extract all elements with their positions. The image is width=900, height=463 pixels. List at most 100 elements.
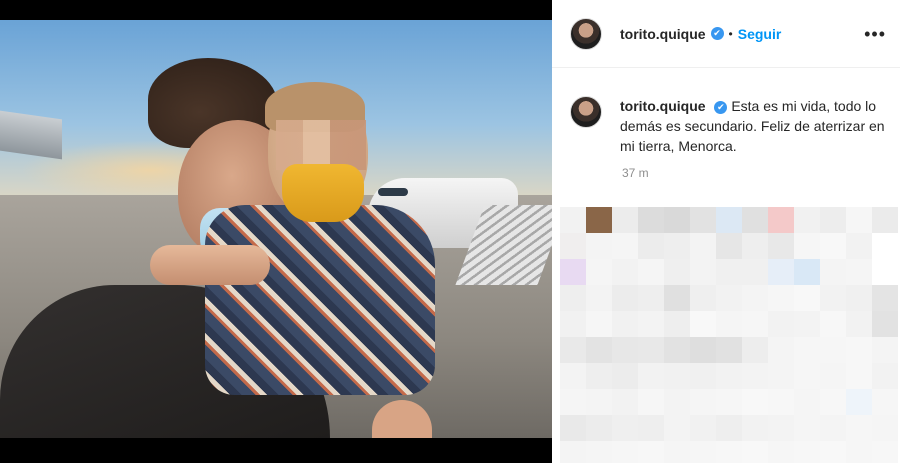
pixel-block xyxy=(716,441,742,463)
pixel-block xyxy=(612,233,638,259)
pixel-block xyxy=(768,441,794,463)
pixel-block xyxy=(586,233,612,259)
pixel-block xyxy=(638,337,664,363)
pixel-block xyxy=(742,441,768,463)
pixel-block xyxy=(612,363,638,389)
pixel-block xyxy=(846,259,872,285)
pixel-block xyxy=(664,207,690,233)
pixel-block xyxy=(742,389,768,415)
pixel-block xyxy=(612,441,638,463)
pixel-block xyxy=(794,389,820,415)
pixel-block xyxy=(560,259,586,285)
pixel-block xyxy=(742,337,768,363)
username[interactable]: torito.quique xyxy=(620,26,706,42)
more-options-icon[interactable]: ••• xyxy=(864,24,886,45)
pixel-block xyxy=(586,363,612,389)
pixel-block xyxy=(742,259,768,285)
pixel-block xyxy=(586,259,612,285)
pixel-block xyxy=(794,207,820,233)
pixel-block xyxy=(560,441,586,463)
pixel-block xyxy=(742,207,768,233)
follow-button[interactable]: Seguir xyxy=(738,26,782,42)
post-timestamp[interactable]: 37 m xyxy=(622,166,649,180)
pixel-block xyxy=(794,337,820,363)
pixel-block xyxy=(586,207,612,233)
pixel-block xyxy=(612,311,638,337)
pixel-block xyxy=(612,285,638,311)
pixel-block xyxy=(690,389,716,415)
pixel-block xyxy=(612,389,638,415)
pixel-block xyxy=(690,441,716,463)
pixel-block xyxy=(716,233,742,259)
pixel-block xyxy=(586,441,612,463)
pixel-block xyxy=(690,415,716,441)
pixel-block xyxy=(560,337,586,363)
pixel-block xyxy=(872,207,898,233)
pixel-block xyxy=(872,311,898,337)
pixel-block xyxy=(612,415,638,441)
pixel-block xyxy=(846,311,872,337)
pixel-block xyxy=(716,363,742,389)
pixel-block xyxy=(820,233,846,259)
post-photo[interactable] xyxy=(0,20,552,438)
pixel-block xyxy=(664,441,690,463)
pixel-block xyxy=(560,207,586,233)
pixel-block xyxy=(638,389,664,415)
pixel-block xyxy=(794,259,820,285)
pixel-block xyxy=(586,389,612,415)
pixel-block xyxy=(612,337,638,363)
pixel-block xyxy=(560,233,586,259)
pixel-block xyxy=(716,389,742,415)
pixel-block xyxy=(846,337,872,363)
caption-avatar[interactable] xyxy=(570,96,602,128)
caption: torito.quique ✔ Esta es mi vida, todo lo… xyxy=(620,96,890,156)
pixel-block xyxy=(872,363,898,389)
pixel-block xyxy=(872,441,898,463)
pixel-block xyxy=(612,207,638,233)
pixel-block xyxy=(768,311,794,337)
pixel-block xyxy=(664,389,690,415)
pixel-block xyxy=(794,363,820,389)
pixel-block xyxy=(742,311,768,337)
pixel-block xyxy=(768,363,794,389)
pixel-block xyxy=(820,259,846,285)
pixel-block xyxy=(742,285,768,311)
pixel-block xyxy=(846,389,872,415)
avatar[interactable] xyxy=(570,17,602,50)
post-header: torito.quique ✔ • Seguir ••• xyxy=(552,0,900,68)
pixel-block xyxy=(820,311,846,337)
airplane-cockpit xyxy=(378,188,408,196)
pixel-block xyxy=(664,285,690,311)
pixel-block xyxy=(716,337,742,363)
pixel-block xyxy=(638,259,664,285)
child-plaid-shirt xyxy=(205,205,435,395)
pixel-block xyxy=(612,259,638,285)
pixel-block xyxy=(768,285,794,311)
caption-verified-badge-icon: ✔ xyxy=(714,100,728,114)
pixel-block xyxy=(638,285,664,311)
pixel-block xyxy=(586,285,612,311)
pixel-block xyxy=(794,311,820,337)
pixel-block xyxy=(638,311,664,337)
pixel-block xyxy=(690,207,716,233)
jet-bridge xyxy=(0,110,62,160)
pixel-block xyxy=(716,415,742,441)
caption-username[interactable]: torito.quique xyxy=(620,98,706,114)
pixel-block xyxy=(872,337,898,363)
pixel-block xyxy=(872,233,898,259)
pixel-block xyxy=(690,233,716,259)
yellow-face-mask xyxy=(282,164,364,222)
pixel-block xyxy=(560,285,586,311)
pixel-block xyxy=(664,337,690,363)
pixel-block xyxy=(716,259,742,285)
pixel-block xyxy=(638,363,664,389)
pixel-block xyxy=(664,311,690,337)
pixel-block xyxy=(846,207,872,233)
pixel-block xyxy=(690,337,716,363)
pixel-block xyxy=(794,415,820,441)
pixel-block xyxy=(820,363,846,389)
pixel-block xyxy=(768,259,794,285)
pixel-block xyxy=(794,233,820,259)
pixelated-face-blur xyxy=(276,120,366,170)
pixel-block xyxy=(768,389,794,415)
